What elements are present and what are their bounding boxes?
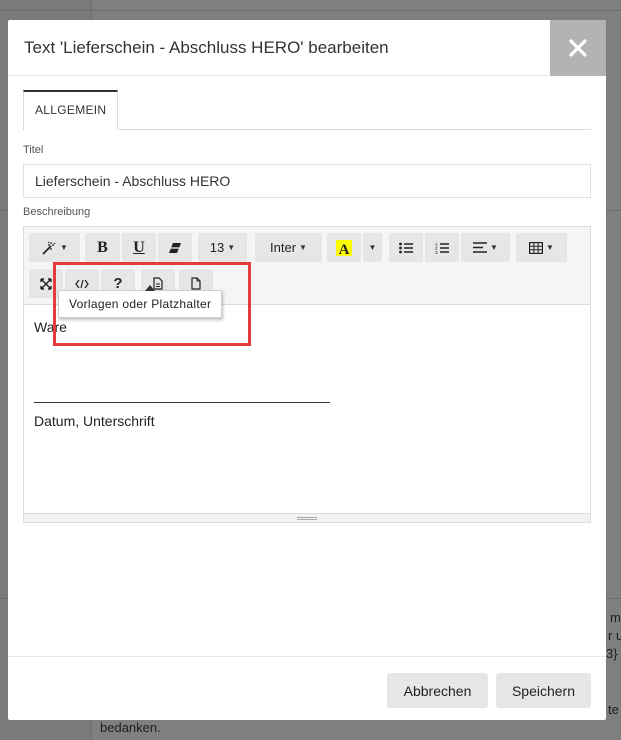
bold-icon: B (97, 238, 108, 256)
font-size-value: 13 (209, 240, 225, 255)
underline-icon: U (133, 238, 145, 256)
svg-text:A: A (339, 242, 350, 257)
font-family-dropdown[interactable]: Inter ▼ (255, 233, 322, 262)
style-button[interactable]: ▼ (29, 233, 80, 262)
bold-button[interactable]: B (85, 233, 120, 262)
magic-wand-icon (42, 241, 56, 255)
background-divider (0, 10, 621, 11)
editor-text-line: Ware (34, 319, 67, 335)
svg-text:3: 3 (435, 250, 438, 254)
highlight-color-button[interactable]: A (327, 233, 361, 262)
table-icon (529, 241, 544, 254)
edit-text-dialog: Text 'Lieferschein - Abschluss HERO' bea… (8, 20, 606, 720)
bullet-list-icon (399, 242, 413, 253)
title-input[interactable] (23, 164, 591, 198)
editor-content[interactable]: Ware ___________________________________… (24, 305, 590, 514)
font-family-value: Inter (270, 240, 297, 255)
save-button[interactable]: Speichern (496, 673, 591, 708)
eraser-icon (169, 242, 181, 253)
placeholder-icon (191, 277, 201, 290)
background-text: m (610, 610, 621, 625)
editor-resize-handle[interactable] (24, 513, 590, 522)
background-text: 3} S (606, 646, 621, 661)
underline-button[interactable]: U (122, 233, 156, 262)
dialog-header: Text 'Lieferschein - Abschluss HERO' bea… (8, 20, 606, 76)
fullscreen-icon (40, 277, 52, 290)
align-dropdown[interactable]: ▼ (461, 233, 510, 262)
font-size-dropdown[interactable]: 13 ▼ (198, 233, 247, 262)
bullet-list-button[interactable] (389, 233, 423, 262)
highlight-color-icon: A (336, 239, 352, 257)
tooltip: Vorlagen oder Platzhalter (58, 285, 223, 318)
table-dropdown[interactable]: ▼ (516, 233, 567, 262)
dialog-footer: Abbrechen Speichern (8, 656, 606, 720)
tab-allgemein[interactable]: ALLGEMEIN (23, 90, 119, 131)
background-text: r u (608, 628, 621, 643)
dialog-title: Text 'Lieferschein - Abschluss HERO' bea… (24, 38, 389, 57)
numbered-list-icon: 1 2 3 (435, 242, 449, 254)
close-button[interactable] (550, 20, 606, 76)
title-label: Titel (23, 144, 44, 156)
code-view-icon (75, 279, 89, 288)
align-icon (473, 242, 488, 253)
background-text: bedanken. (100, 720, 161, 735)
cancel-button[interactable]: Abbrechen (387, 673, 488, 708)
rich-text-editor: ▼ B U 13 ▼ Inter ▼ A ▼ 1 2 3 ▼ ▼ ? Ware … (23, 226, 591, 523)
background-text: te (608, 702, 619, 717)
description-label: Beschreibung (23, 206, 91, 218)
tab-bar: ALLGEMEIN (23, 90, 591, 131)
close-icon (569, 39, 587, 57)
clear-format-button[interactable] (158, 233, 192, 262)
chevron-down-icon: ▼ (368, 243, 377, 252)
highlight-color-dropdown[interactable]: ▼ (363, 233, 382, 262)
signature-line: ______________________________________ (34, 387, 330, 403)
editor-text-line: Datum, Unterschrift (34, 413, 155, 429)
numbered-list-button[interactable]: 1 2 3 (425, 233, 459, 262)
